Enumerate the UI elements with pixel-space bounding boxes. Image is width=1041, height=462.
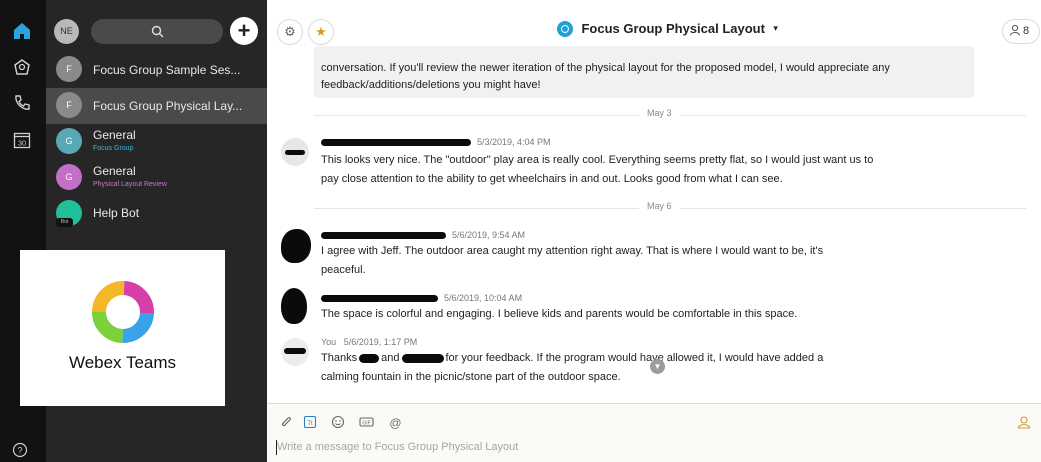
- message-timestamp: 5/6/2019, 10:04 AM: [444, 293, 523, 303]
- gif-icon[interactable]: GIF: [358, 415, 375, 432]
- date-separator: May 3: [314, 108, 1026, 118]
- avatar[interactable]: NE: [54, 19, 79, 44]
- space-team-label: Focus Group: [93, 145, 134, 152]
- format-icon[interactable]: Tt: [301, 415, 318, 432]
- redacted-name: [321, 295, 438, 303]
- avatar: [281, 229, 311, 263]
- phone-icon[interactable]: [12, 93, 34, 115]
- space-name: Focus Group Physical Lay...: [93, 99, 243, 113]
- space-avatar: F: [56, 92, 82, 118]
- settings-button[interactable]: ⚙: [277, 19, 303, 45]
- page-title: Focus Group Physical Layout: [581, 21, 765, 37]
- help-icon[interactable]: ?: [12, 442, 34, 462]
- space-list-item[interactable]: F Focus Group Sample Ses...: [46, 52, 267, 88]
- gear-icon: ⚙: [284, 24, 296, 39]
- space-avatar: G: [56, 164, 82, 190]
- message-author: You: [321, 337, 337, 347]
- conversation-pane: ⚙ ★ Focus Group Physical Layout ▾ 8 conv…: [267, 0, 1041, 462]
- space-list-item-selected[interactable]: F Focus Group Physical Lay...: [46, 88, 267, 124]
- space-avatar: F: [56, 56, 82, 82]
- bot-badge: Bot: [56, 218, 73, 227]
- space-list-item[interactable]: Bot Help Bot: [46, 196, 267, 232]
- space-team-label: Physical Layout Review: [93, 181, 167, 188]
- participant-count: 8: [1023, 25, 1030, 37]
- chevron-down-icon: ▾: [773, 23, 778, 34]
- attach-icon[interactable]: [277, 415, 294, 432]
- message-timestamp: 5/3/2019, 4:04 PM: [477, 137, 551, 147]
- svg-text:?: ?: [17, 446, 22, 456]
- message-meta: 5/6/2019, 10:04 AM: [321, 293, 522, 303]
- webex-logo: [92, 281, 154, 343]
- bot-avatar: Bot: [56, 200, 82, 227]
- space-list-item[interactable]: G General Focus Group: [46, 124, 267, 160]
- participants-button[interactable]: 8: [1002, 19, 1040, 44]
- date-label: May 3: [639, 108, 680, 118]
- redacted-name: [321, 232, 446, 240]
- calendar-icon[interactable]: 30: [12, 130, 34, 152]
- avatar: [281, 288, 307, 324]
- space-name: General: [93, 164, 136, 178]
- space-avatar: G: [56, 128, 82, 154]
- scroll-to-bottom-button[interactable]: ▼: [650, 359, 665, 374]
- message-meta: 5/3/2019, 4:04 PM: [321, 137, 551, 147]
- webex-logo-card: Webex Teams: [20, 250, 225, 406]
- redacted-name: [359, 353, 380, 363]
- space-name: Help Bot: [93, 206, 140, 220]
- message-meta: You 5/6/2019, 1:17 PM: [321, 337, 417, 347]
- avatar: [281, 338, 309, 366]
- message-timestamp: 5/6/2019, 9:54 AM: [452, 230, 526, 240]
- date-separator: May 6: [314, 201, 1026, 211]
- add-space-button[interactable]: +: [230, 17, 258, 45]
- chevron-down-icon: ▼: [653, 362, 662, 371]
- message-text: I agree with Jeff. The outdoor area caug…: [321, 245, 824, 276]
- home-icon[interactable]: [12, 21, 34, 43]
- redacted-name: [321, 139, 471, 147]
- compose-area: Tt GIF @ Write a message to Focus Group …: [267, 403, 1041, 462]
- svg-text:Tt: Tt: [307, 421, 313, 427]
- message-bubble: conversation. If you'll review the newer…: [314, 46, 974, 98]
- message-input[interactable]: Write a message to Focus Group Physical …: [277, 441, 518, 453]
- spaces-topbar: NE +: [46, 14, 267, 48]
- person-icon: [1010, 24, 1020, 36]
- date-label: May 6: [639, 201, 680, 211]
- favorite-button[interactable]: ★: [308, 19, 334, 45]
- spaces-panel: NE + F Focus Group Sample Ses... F Focus…: [20, 0, 267, 462]
- avatar: [281, 138, 309, 166]
- space-name: General: [93, 128, 136, 142]
- star-icon: ★: [315, 24, 327, 39]
- space-list-item[interactable]: G General Physical Layout Review: [46, 160, 267, 196]
- search-icon: [151, 25, 164, 38]
- people-icon[interactable]: [12, 58, 34, 80]
- message-meta: 5/6/2019, 9:54 AM: [321, 230, 525, 240]
- search-input[interactable]: [91, 19, 223, 44]
- message-text-part: Thanks: [321, 352, 358, 364]
- svg-text:GIF: GIF: [362, 420, 370, 426]
- svg-text:30: 30: [18, 139, 26, 148]
- message-timestamp: 5/6/2019, 1:17 PM: [343, 337, 418, 347]
- message-text: The space is colorful and engaging. I be…: [321, 308, 798, 320]
- message-text: conversation. If you'll review the newer…: [321, 62, 890, 91]
- logo-text: Webex Teams: [68, 353, 177, 372]
- emoji-icon[interactable]: [329, 415, 346, 432]
- space-name: Focus Group Sample Ses...: [93, 63, 241, 77]
- mention-icon[interactable]: @: [387, 415, 404, 432]
- space-title-menu[interactable]: Focus Group Physical Layout ▾: [557, 20, 778, 42]
- message-text: Thanks and for your feedback. If the progr…: [321, 349, 851, 387]
- activity-icon[interactable]: [1015, 415, 1032, 432]
- message-text: This looks very nice. The "outdoor" play…: [321, 154, 874, 185]
- message-text-part: and: [381, 352, 400, 364]
- space-icon: [557, 20, 573, 37]
- redacted-name: [402, 353, 445, 363]
